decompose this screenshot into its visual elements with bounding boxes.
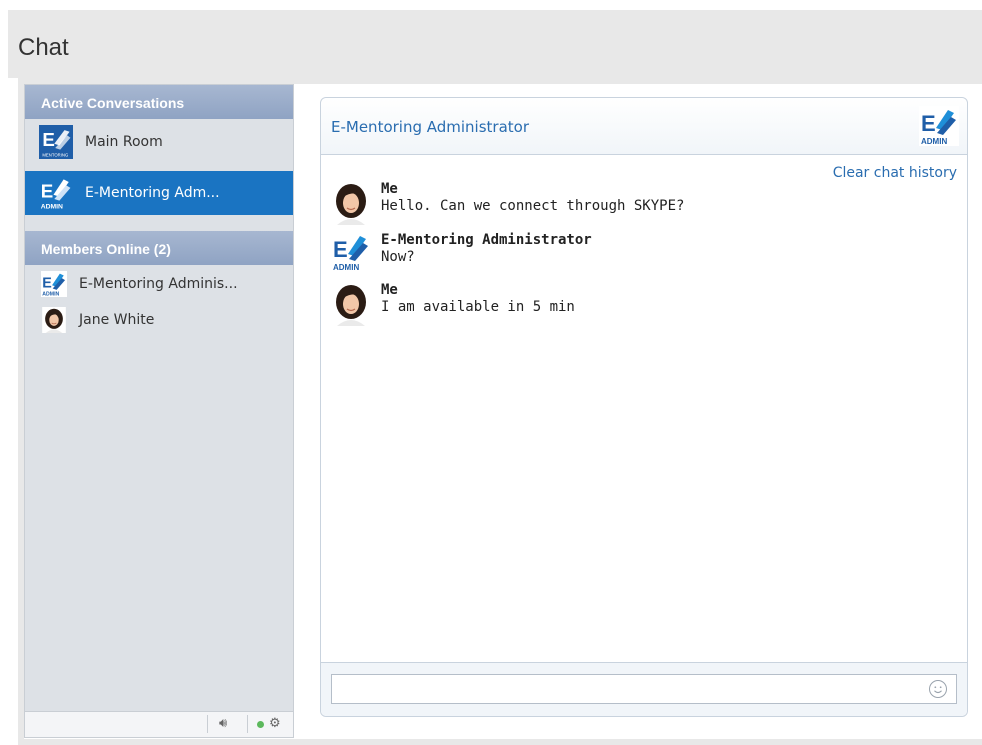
online-status-icon[interactable] [257,721,264,728]
user-avatar-icon [41,307,67,333]
user-avatar-icon [331,181,371,225]
member-label: E-Mentoring Adminis... [79,276,238,292]
member-label: Jane White [79,312,155,328]
message-text: I am available in 5 min [381,299,575,315]
user-avatar-icon [331,282,371,326]
message-author: Me [381,181,398,197]
gear-icon[interactable]: ⚙ [269,716,281,731]
footer-divider [207,715,208,733]
message-text: Now? [381,249,415,265]
chat-panel: E-Mentoring Administrator Clear chat his… [320,97,968,717]
footer-divider [247,715,248,733]
member-jane-white[interactable]: Jane White [25,303,293,337]
smiley-icon[interactable] [929,680,947,698]
message-input[interactable] [331,674,957,704]
message-input-area [321,662,967,716]
page-title: Chat [18,34,69,61]
admin-logo-icon [919,106,959,146]
chat-title: E-Mentoring Administrator [331,118,530,136]
admin-logo-icon [331,232,371,272]
page-header: Chat [8,10,982,78]
admin-logo-icon [41,271,67,297]
sidebar-footer: 🔊︎ ⚙ [25,711,293,737]
mentoring-logo-icon [39,125,73,159]
conversation-label: Main Room [85,134,163,150]
conversation-e-mentoring-admin[interactable]: E-Mentoring Adm... [25,171,293,215]
message-author: Me [381,282,398,298]
member-e-mentoring-admin[interactable]: E-Mentoring Adminis... [25,267,293,301]
conversation-main-room[interactable]: Main Room [25,120,293,164]
conversation-label: E-Mentoring Adm... [85,185,220,201]
speaker-icon[interactable]: 🔊︎ [219,716,227,731]
message-text: Hello. Can we connect through SKYPE? [381,198,685,214]
clear-history-link[interactable]: Clear chat history [833,165,957,181]
admin-logo-icon [39,176,73,210]
active-conversations-header: Active Conversations [25,85,293,119]
message-item: Me Hello. Can we connect through SKYPE? [331,181,931,227]
message-author: E-Mentoring Administrator [381,232,592,248]
sidebar: Active Conversations Main Room E-Mentori… [24,84,294,738]
members-online-header: Members Online (2) [25,231,293,265]
message-item: E-Mentoring Administrator Now? [331,232,931,278]
chat-panel-header: E-Mentoring Administrator [321,98,967,155]
message-item: Me I am available in 5 min [331,282,931,328]
